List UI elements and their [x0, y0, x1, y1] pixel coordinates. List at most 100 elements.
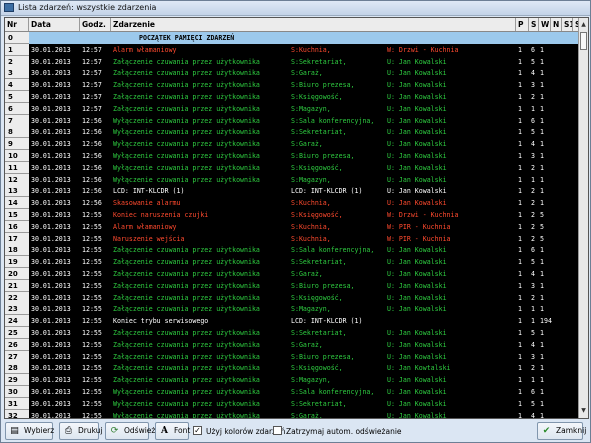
table-row[interactable]: 11 30.01.2013 12:56 Wyłączenie czuwania prz…: [5, 161, 578, 174]
row-date: 30.01.2013: [31, 234, 71, 243]
row-s: 2: [531, 199, 535, 208]
table-row[interactable]: 29 30.01.2013 12:55 Załączenie czuwania prz…: [5, 374, 578, 387]
row-p: 1: [518, 234, 522, 243]
memory-start-band: POCZĄTEK PAMIĘCI ZDARZEŃ: [29, 32, 578, 44]
row-n: [554, 103, 578, 115]
table-row[interactable]: 25 30.01.2013 12:55 Załączenie czuwania prz…: [5, 327, 578, 339]
table-row[interactable]: 21 30.01.2013 12:55 Załączenie czuwania prz…: [5, 279, 578, 292]
row-number: 5: [5, 91, 29, 103]
row-s: 1: [531, 317, 535, 326]
table-row[interactable]: 32 30.01.2013 12:55 Wyłączenie czuwania prz…: [5, 409, 578, 418]
col-header-data[interactable]: Data: [29, 18, 80, 31]
row-user: U: Jan Kowalski: [387, 399, 447, 408]
row-user: U: Jan Kowalski: [387, 246, 447, 255]
row-number: 15: [5, 209, 29, 221]
row-source: S:Biuro prezesa,: [291, 281, 355, 290]
table-row[interactable]: 17 30.01.2013 12:55 Naruszenie wejścia S:Kuc…: [5, 232, 578, 245]
col-header-s1[interactable]: S1: [562, 18, 573, 31]
table-row[interactable]: 23 30.01.2013 12:55 Załączenie czuwania prz…: [5, 303, 578, 316]
col-header-p[interactable]: P: [516, 18, 529, 31]
table-row[interactable]: 3 30.01.2013 12:57 Załączenie czuwania prze…: [5, 67, 578, 80]
col-header-nr[interactable]: Nr: [5, 18, 29, 31]
table-row[interactable]: 7 30.01.2013 12:56 Wyłączenie czuwania prze…: [5, 114, 578, 127]
row-p: 1: [518, 93, 522, 101]
table-row[interactable]: 13 30.01.2013 12:56 LCD: INT-KLCDR (1) LCD: …: [5, 185, 578, 198]
row-date: 30.01.2013: [31, 93, 71, 101]
row-p: 1: [518, 281, 522, 290]
zamknij-button[interactable]: ✔ Zamknij: [537, 422, 586, 440]
row-s: 4: [531, 69, 535, 78]
table-row[interactable]: 2 30.01.2013 12:57 Załączenie czuwania prze…: [5, 55, 578, 68]
row-source: S:Garaż,: [291, 140, 323, 149]
row-p: 1: [518, 81, 522, 90]
row-s: 2: [531, 364, 535, 373]
row-date: 30.01.2013: [31, 104, 71, 113]
row-s: 6: [531, 246, 535, 255]
table-row[interactable]: 6 30.01.2013 12:57 Załączenie czuwania prze…: [5, 102, 578, 115]
memory-start-row[interactable]: 0 POCZĄTEK PAMIĘCI ZDARZEŃ: [5, 32, 578, 44]
table-row[interactable]: 22 30.01.2013 12:55 Załączenie czuwania prz…: [5, 291, 578, 304]
table-row[interactable]: 26 30.01.2013 12:55 Załączenie czuwania prz…: [5, 338, 578, 351]
wybierz-button[interactable]: ▤ Wybierz: [5, 422, 54, 440]
col-header-n[interactable]: N: [551, 18, 562, 31]
row-number: 30: [5, 386, 29, 398]
font-button[interactable]: A Font: [155, 422, 190, 440]
row-time: 12:57: [82, 93, 102, 101]
row-s: 5: [531, 399, 535, 408]
row-event: Wyłączenie czuwania przez użytkownika: [113, 399, 260, 408]
table-row[interactable]: 18 30.01.2013 12:55 Załączenie czuwania prz…: [5, 244, 578, 257]
row-date: 30.01.2013: [31, 293, 71, 302]
scroll-up-arrow-icon[interactable]: ▲: [579, 20, 588, 30]
stop-auto-refresh-check[interactable]: [273, 426, 282, 435]
row-n: [554, 91, 578, 103]
row-s: 1: [531, 175, 535, 184]
row-event: Załączenie czuwania przez użytkownika: [113, 57, 260, 66]
table-row[interactable]: 12 30.01.2013 12:56 Wyłączenie czuwania prz…: [5, 173, 578, 186]
scroll-thumb[interactable]: [580, 32, 587, 50]
row-number: 25: [5, 327, 29, 339]
table-row[interactable]: 28 30.01.2013 12:55 Załączenie czuwania prz…: [5, 362, 578, 375]
use-event-colors-checkbox[interactable]: ✓ Użyj kolorów zdarzeń: [193, 426, 285, 437]
drukuj-label: Drukuj: [78, 426, 103, 435]
row-n: [554, 67, 578, 79]
table-row[interactable]: 1 30.01.2013 12:57 Alarm włamaniowy S:Kuchni…: [5, 43, 578, 56]
row-w: 1: [540, 340, 544, 349]
table-row[interactable]: 10 30.01.2013 12:56 Wyłączenie czuwania prz…: [5, 150, 578, 162]
table-row[interactable]: 9 30.01.2013 12:56 Wyłączenie czuwania prze…: [5, 138, 578, 151]
table-row[interactable]: 27 30.01.2013 12:55 Załączenie czuwania prz…: [5, 350, 578, 363]
row-time: 12:57: [82, 104, 102, 113]
table-row[interactable]: 19 30.01.2013 12:55 Załączenie czuwania prz…: [5, 256, 578, 269]
col-header-w[interactable]: W: [539, 18, 551, 31]
scroll-down-arrow-icon[interactable]: ▼: [579, 406, 588, 416]
row-w: 1: [540, 128, 544, 137]
vertical-scrollbar[interactable]: ▲ ▼: [578, 18, 588, 418]
row-event: Załączenie czuwania przez użytkownika: [113, 352, 260, 361]
table-row[interactable]: 8 30.01.2013 12:56 Wyłączenie czuwania prze…: [5, 126, 578, 139]
row-w: 1: [540, 364, 544, 373]
row-n: [554, 185, 578, 197]
col-header-zdarzenie[interactable]: Zdarzenie: [111, 18, 516, 31]
table-row[interactable]: 31 30.01.2013 12:55 Wyłączenie czuwania prz…: [5, 397, 578, 410]
row-w: 1: [540, 93, 544, 101]
row-n: [554, 339, 578, 351]
odswiez-button[interactable]: ⟳ Odśwież: [105, 422, 155, 440]
table-header: Nr Data Godz. Zdarzenie P S W N S1 S2: [5, 18, 588, 32]
row-date: 30.01.2013: [31, 317, 71, 326]
drukuj-button[interactable]: ⎙ Drukuj: [59, 422, 103, 440]
table-row[interactable]: 4 30.01.2013 12:57 Załączenie czuwania prze…: [5, 79, 578, 92]
col-header-s[interactable]: S: [529, 18, 539, 31]
title-bar: Lista zdarzeń: wszystkie zdarzenia: [1, 1, 590, 16]
table-row[interactable]: 20 30.01.2013 12:55 Załączenie czuwania prz…: [5, 268, 578, 280]
table-row[interactable]: 15 30.01.2013 12:55 Koniec naruszenia czujk…: [5, 209, 578, 221]
table-row[interactable]: 16 30.01.2013 12:55 Alarm włamaniowy S:Kuchn…: [5, 220, 578, 233]
stop-auto-refresh-checkbox[interactable]: Zatrzymaj autom. odświeżanie: [273, 426, 402, 437]
col-header-godz[interactable]: Godz.: [80, 18, 111, 31]
table-row[interactable]: 24 30.01.2013 12:55 Koniec trybu serwisoweg…: [5, 315, 578, 328]
use-event-colors-check[interactable]: ✓: [193, 426, 202, 435]
row-number: 11: [5, 161, 29, 174]
table-row[interactable]: 30 30.01.2013 12:55 Wyłączenie czuwania prz…: [5, 386, 578, 398]
window-title: Lista zdarzeń: wszystkie zdarzenia: [18, 3, 157, 12]
table-row[interactable]: 14 30.01.2013 12:56 Skasowanie alarmu S:Kuch…: [5, 197, 578, 210]
table-row[interactable]: 5 30.01.2013 12:57 Załączenie czuwania prze…: [5, 91, 578, 103]
row-w: 1: [540, 246, 544, 255]
